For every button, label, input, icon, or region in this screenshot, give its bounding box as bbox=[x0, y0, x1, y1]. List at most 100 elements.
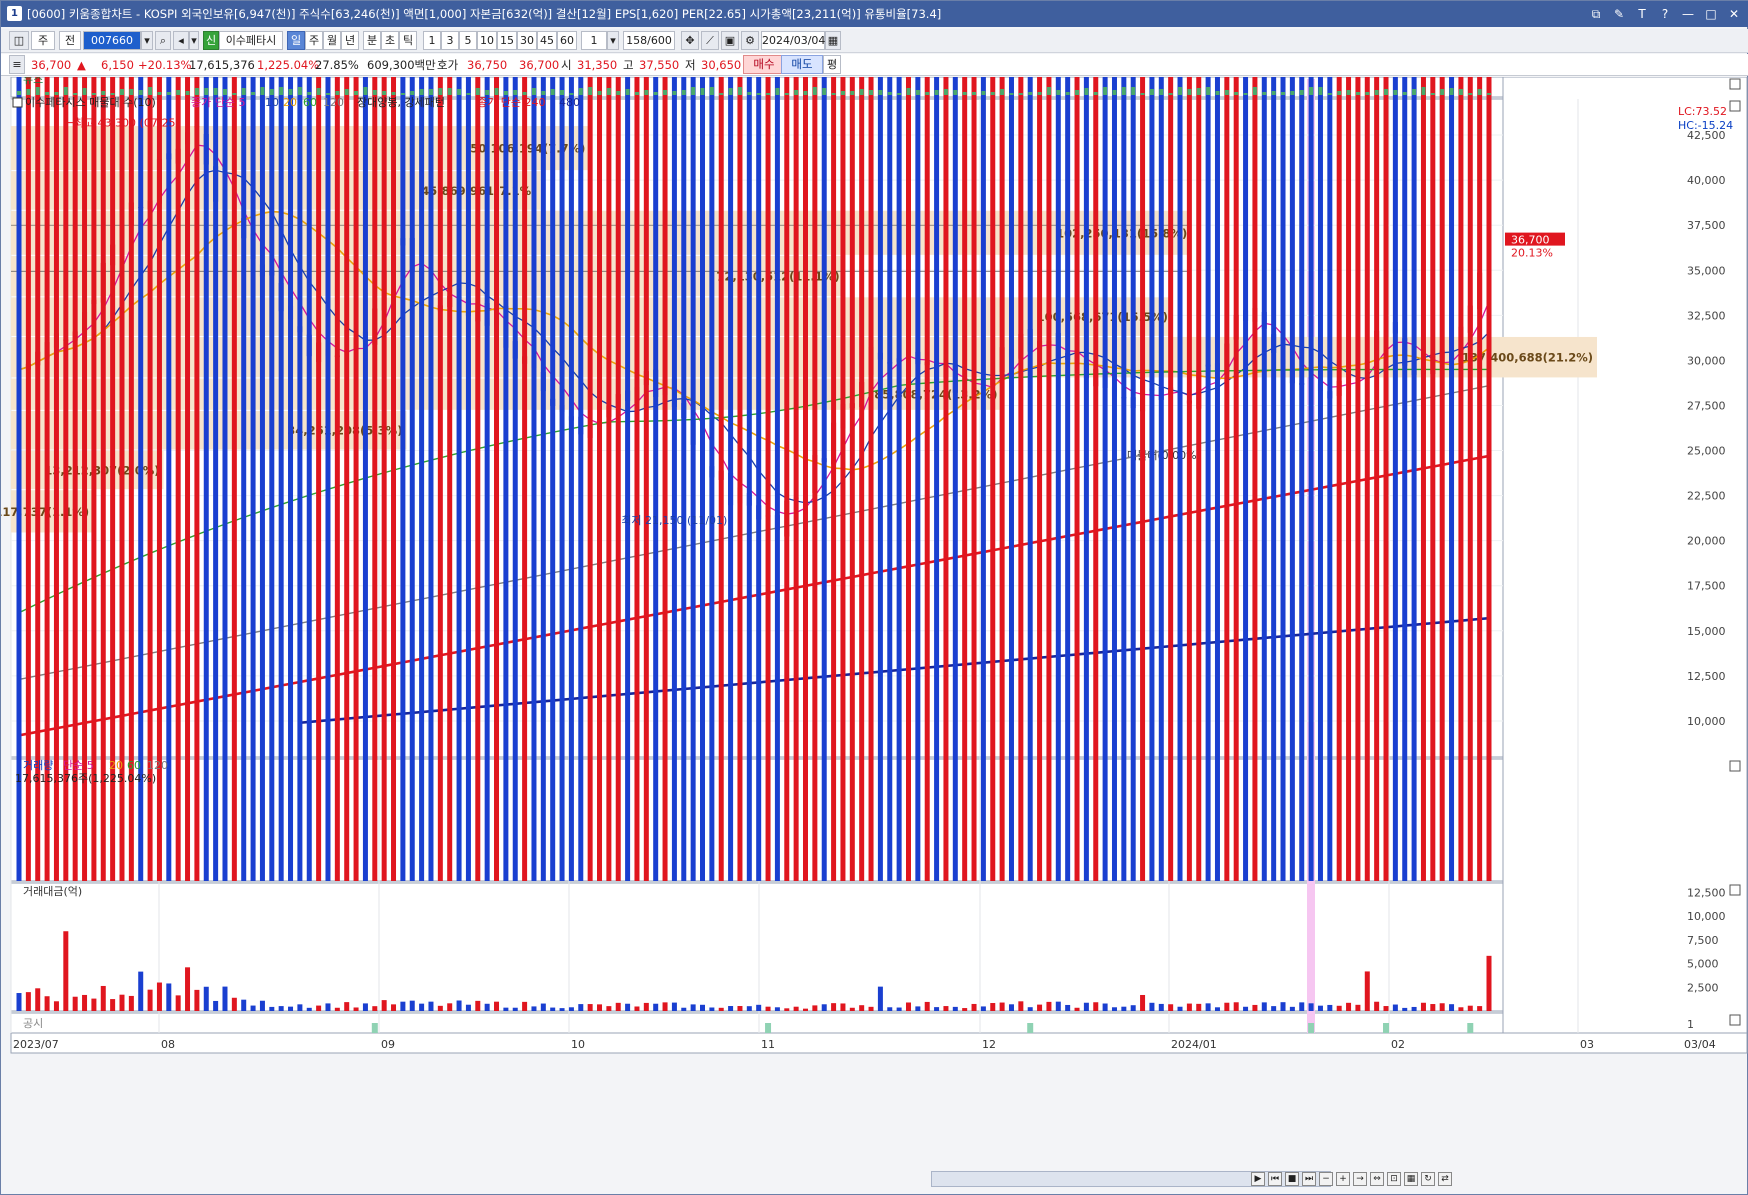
compare-icon[interactable]: ⇄ bbox=[1438, 1172, 1452, 1186]
drag-icon[interactable]: ⇔ bbox=[1370, 1172, 1384, 1186]
interval-30[interactable]: 30 bbox=[517, 31, 537, 50]
close-icon[interactable]: ✕ bbox=[1727, 1, 1741, 27]
chevron-down-icon[interactable]: ▾ bbox=[607, 31, 619, 50]
tab-yearly[interactable]: 년 bbox=[341, 31, 359, 50]
tab-tick[interactable]: 틱 bbox=[399, 31, 417, 50]
period-main-select[interactable]: 주 bbox=[31, 31, 55, 50]
gear-icon[interactable]: ⚙ bbox=[741, 31, 759, 50]
news-bar bbox=[475, 88, 480, 95]
volume-bar bbox=[456, 77, 462, 881]
chevron-down-icon[interactable]: ▾ bbox=[189, 31, 199, 50]
news-bar bbox=[213, 88, 218, 95]
calendar-icon[interactable]: ▦ bbox=[825, 31, 841, 50]
stop-icon[interactable]: ■ bbox=[1285, 1172, 1299, 1186]
volume-bar bbox=[625, 77, 631, 881]
pin-icon[interactable]: ≡ bbox=[9, 55, 25, 74]
volume-bar bbox=[896, 77, 902, 881]
interval-select[interactable]: 1 bbox=[581, 31, 607, 50]
news-bar bbox=[550, 89, 555, 95]
interval-1[interactable]: 1 bbox=[423, 31, 441, 50]
volume-legend-ma: 단순 5 bbox=[63, 759, 94, 772]
interval-5[interactable]: 5 bbox=[459, 31, 477, 50]
restore-icon[interactable]: ⧉ bbox=[1589, 1, 1603, 27]
interval-3[interactable]: 3 bbox=[441, 31, 459, 50]
news-bar bbox=[887, 92, 892, 95]
search-icon[interactable]: ⌕ bbox=[155, 31, 171, 50]
tab-minute[interactable]: 분 bbox=[363, 31, 381, 50]
amount-tick-label: 5,000 bbox=[1687, 958, 1719, 971]
amount-legend: 거래대금(억) bbox=[23, 885, 82, 898]
tab-second[interactable]: 초 bbox=[381, 31, 399, 50]
news-bar bbox=[1206, 87, 1211, 95]
volume-bar bbox=[1420, 77, 1426, 881]
chevron-down-icon[interactable]: ▾ bbox=[141, 31, 153, 50]
cursor-icon[interactable]: ✥ bbox=[681, 31, 699, 50]
amount-bar bbox=[690, 1004, 696, 1011]
news-bar bbox=[307, 92, 312, 95]
volume-bar bbox=[1027, 77, 1033, 881]
interval-15[interactable]: 15 bbox=[497, 31, 517, 50]
volume-bar bbox=[1252, 77, 1258, 881]
news-bar bbox=[35, 87, 40, 95]
refresh-icon[interactable]: ↻ bbox=[1421, 1172, 1435, 1186]
amount-bar bbox=[737, 1006, 743, 1011]
arrow-icon[interactable]: → bbox=[1353, 1172, 1367, 1186]
zoom-in-icon[interactable]: + bbox=[1336, 1172, 1350, 1186]
volume-bar bbox=[690, 77, 696, 881]
amount-bar bbox=[147, 989, 153, 1011]
amount-bar bbox=[662, 1002, 668, 1011]
news-bar bbox=[925, 92, 930, 95]
interval-10[interactable]: 10 bbox=[477, 31, 497, 50]
save-icon[interactable]: ▣ bbox=[721, 31, 739, 50]
bar-count-field[interactable]: 158/600 bbox=[623, 31, 675, 50]
price-type-select[interactable]: 전 bbox=[59, 31, 81, 50]
date-field[interactable]: 2024/03/04 bbox=[761, 31, 825, 50]
news-bar bbox=[241, 88, 246, 95]
zoom-out-icon[interactable]: − bbox=[1319, 1172, 1333, 1186]
window-number[interactable]: 1 bbox=[7, 6, 22, 21]
news-bar bbox=[915, 90, 920, 95]
volume-bar bbox=[1140, 77, 1146, 881]
tool-icon[interactable]: ⊡ bbox=[1387, 1172, 1401, 1186]
first-icon[interactable]: ⏮ bbox=[1268, 1172, 1282, 1186]
news-bar bbox=[803, 91, 808, 95]
text-icon[interactable]: T bbox=[1635, 1, 1649, 27]
news-bar bbox=[981, 91, 986, 95]
news-bar bbox=[157, 92, 162, 95]
window-controls: ⧉ ✎ T ? — □ ✕ bbox=[1589, 1, 1741, 27]
news-bar bbox=[737, 87, 742, 95]
draw-line-icon[interactable]: ⟋ bbox=[701, 31, 719, 50]
sell-button[interactable]: 매도 bbox=[781, 55, 823, 74]
news-bar bbox=[569, 93, 574, 95]
help-icon[interactable]: ? bbox=[1658, 1, 1672, 27]
grid-icon[interactable]: ▦ bbox=[1404, 1172, 1418, 1186]
stock-code-input[interactable]: 007660 bbox=[83, 31, 141, 50]
interval-60[interactable]: 60 bbox=[557, 31, 577, 50]
minimize-icon[interactable]: — bbox=[1681, 1, 1695, 27]
tab-monthly[interactable]: 월 bbox=[323, 31, 341, 50]
play-icon[interactable]: ▶ bbox=[1251, 1172, 1265, 1186]
amount-bar bbox=[372, 1006, 378, 1011]
amount-bar bbox=[110, 999, 116, 1011]
buy-button[interactable]: 매수 bbox=[743, 55, 785, 74]
stock-name-field[interactable]: 이수페타시 bbox=[219, 31, 283, 50]
amount-bar bbox=[1186, 1003, 1192, 1011]
maximize-icon[interactable]: □ bbox=[1704, 1, 1718, 27]
news-bar bbox=[1196, 88, 1201, 95]
tab-daily[interactable]: 일 bbox=[287, 31, 305, 50]
chart-type-icon[interactable]: ◫ bbox=[9, 31, 29, 50]
tab-weekly[interactable]: 주 bbox=[305, 31, 323, 50]
amount-bar bbox=[1158, 1003, 1164, 1011]
edit-icon[interactable]: ✎ bbox=[1612, 1, 1626, 27]
eval-button[interactable]: 평 bbox=[823, 55, 841, 74]
volume-bar bbox=[1214, 77, 1220, 881]
interval-45[interactable]: 45 bbox=[537, 31, 557, 50]
amount-bar bbox=[334, 1007, 340, 1011]
legend-box-icon bbox=[12, 97, 23, 108]
last-icon[interactable]: ⏭ bbox=[1302, 1172, 1316, 1186]
news-bar bbox=[728, 88, 733, 95]
volume-bar bbox=[784, 77, 790, 881]
chart-canvas[interactable]: 50,106,194(7.7%)45,869,961(7.1%)102,250,… bbox=[1, 77, 1748, 1169]
news-bar bbox=[840, 91, 845, 95]
speaker-icon[interactable]: ◂ bbox=[173, 31, 189, 50]
